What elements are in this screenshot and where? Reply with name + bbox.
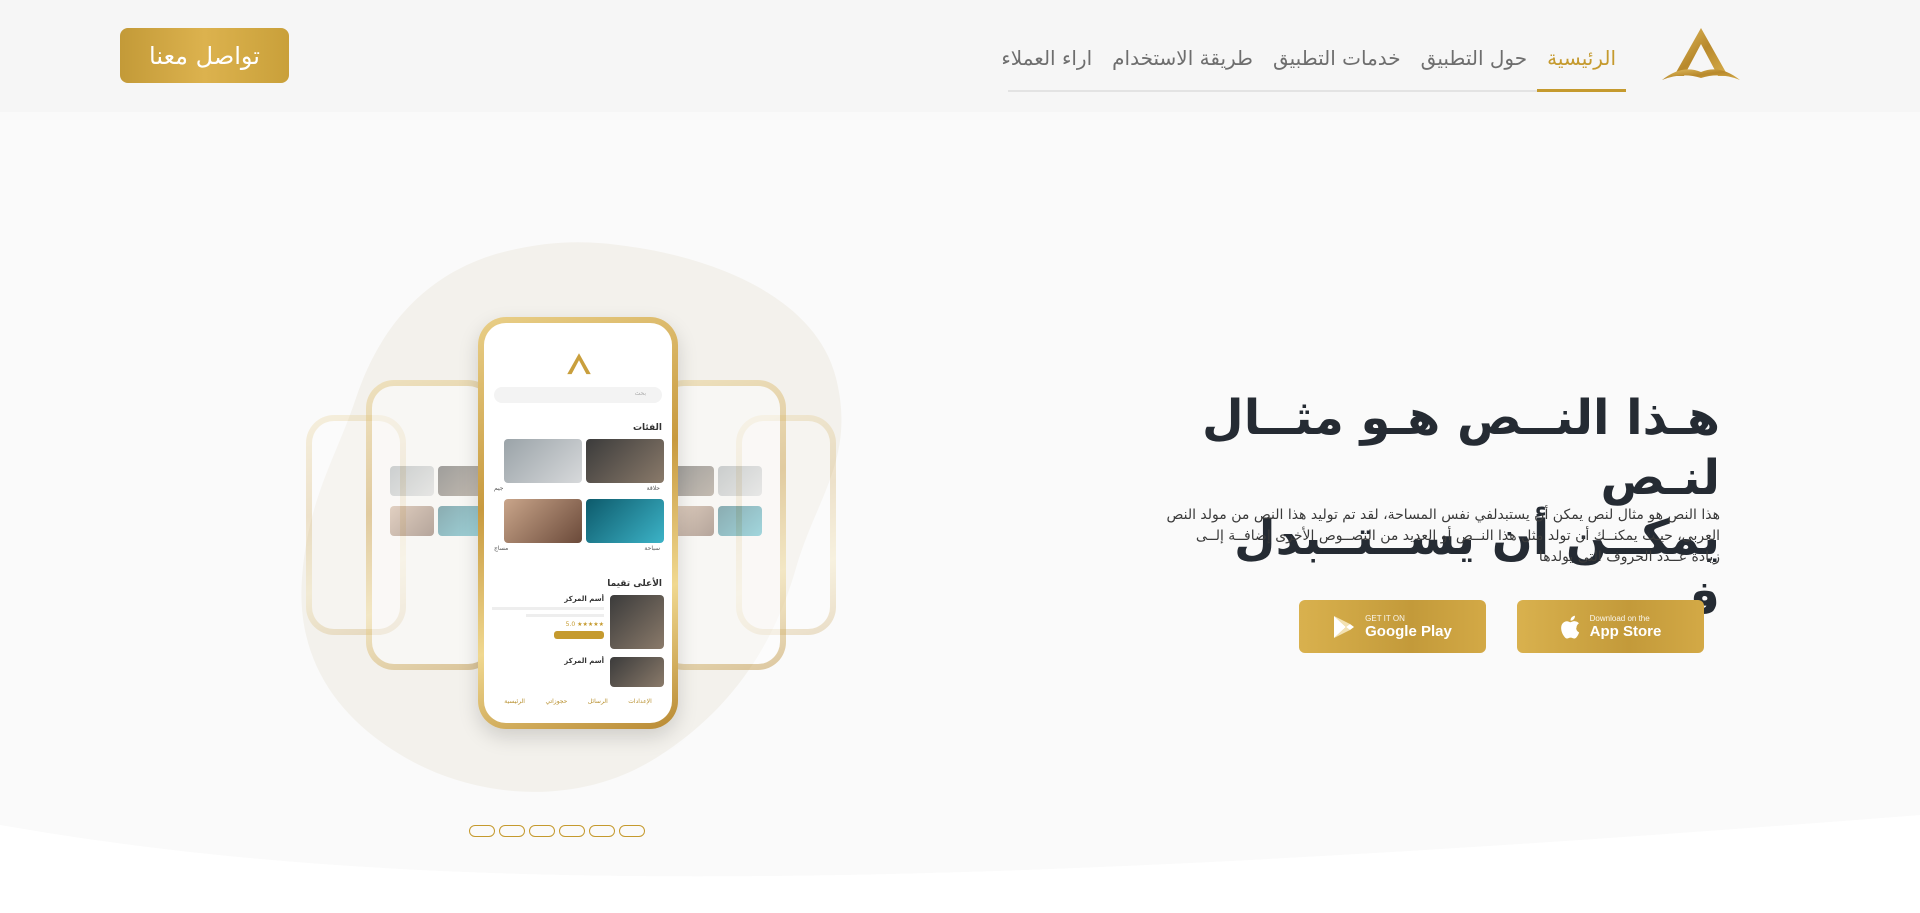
google-play-label: Google Play — [1365, 622, 1452, 640]
phone-category-label: سباحة — [644, 545, 660, 552]
main-nav: الرئيسية حول التطبيق خدمات التطبيق طريقة… — [1001, 26, 1626, 92]
phone-categories-title: الفئات — [632, 423, 662, 433]
phone-mockup-main: بحث الفئات حلاقة جيم سباحة مساج الأعلى ت… — [478, 317, 678, 729]
app-store-label: App Store — [1589, 622, 1662, 640]
nav-item-about[interactable]: حول التطبيق — [1411, 26, 1537, 90]
nav-item-services[interactable]: خدمات التطبيق — [1263, 26, 1411, 90]
phone-screen: بحث الفئات حلاقة جيم سباحة مساج الأعلى ت… — [484, 323, 672, 723]
nav-item-home[interactable]: الرئيسية — [1537, 28, 1626, 92]
nav-item-how-to-use[interactable]: طريقة الاستخدام — [1102, 26, 1263, 90]
header: الرئيسية حول التطبيق خدمات التطبيق طريقة… — [0, 0, 1920, 112]
logo-icon[interactable] — [1662, 26, 1740, 84]
app-store-small-label: Download on the — [1589, 613, 1650, 623]
phone-category-label: مساج — [494, 545, 509, 552]
google-play-icon — [1334, 615, 1355, 638]
phone-center-name: أسم المركز — [564, 657, 604, 665]
phone-category-label: حلاقة — [646, 485, 660, 492]
apple-icon — [1560, 615, 1579, 638]
nav-item-testimonials[interactable]: اراء العملاء — [991, 26, 1102, 90]
phone-category-label: جيم — [494, 485, 504, 492]
contact-us-button[interactable]: تواصل معنا — [120, 28, 289, 83]
google-play-button[interactable]: GET IT ON Google Play — [1299, 600, 1486, 653]
phone-center-name: أسم المركز — [564, 595, 604, 603]
bottom-wave-divider — [0, 815, 1920, 913]
phone-top-rated-title: الأعلى تقيما — [607, 579, 662, 589]
app-logo-icon — [567, 353, 591, 375]
app-store-button[interactable]: Download on the App Store — [1517, 600, 1704, 653]
phone-tab-bar: الإعدادات الرسائل حجوزاتي الرئيسية — [504, 697, 652, 705]
phone-search-bar: بحث — [494, 387, 662, 403]
google-play-small-label: GET IT ON — [1365, 613, 1405, 623]
phone-mockups: بحث الفئات حلاقة جيم سباحة مساج الأعلى ت… — [296, 305, 856, 745]
hero-title-line-1: هـذا النــص هـو مثــال لنـص — [1202, 390, 1720, 506]
phone-mockup-left — [366, 380, 496, 670]
hero-description: هذا النص هو مثال لنص يمكن أن يستبدلفي نف… — [1166, 507, 1720, 565]
